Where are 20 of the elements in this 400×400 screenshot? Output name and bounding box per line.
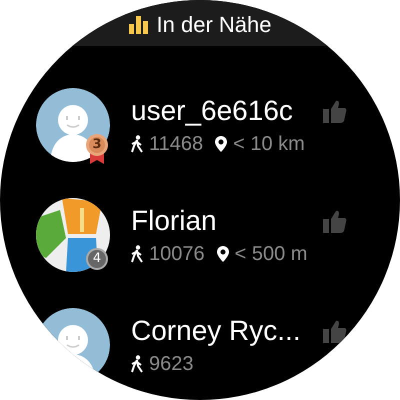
step-count: 10076 [149,242,205,266]
user-name: user_6e616c [131,94,294,126]
walking-person-icon [131,355,143,373]
walking-person-icon [131,135,143,153]
avatar-icon [36,88,110,162]
thumbs-up-icon[interactable] [323,98,347,122]
walking-person-icon [131,245,143,263]
user-name: Corney Ryc... [131,314,302,346]
step-count: 11468 [149,132,204,156]
distance-text: < 10 km [233,132,305,156]
screen-title: In der Nähe [156,12,272,38]
thumbs-up-icon[interactable] [323,318,347,342]
thumbs-up-icon[interactable] [323,208,347,232]
step-count: 9623 [149,352,194,376]
rank-medal: 3 [86,134,108,164]
location-pin-icon [216,246,229,262]
location-pin-icon [215,136,228,152]
bar-chart-icon [128,16,149,34]
distance-text: < 500 m [234,242,308,266]
user-name: Florian [131,204,218,236]
